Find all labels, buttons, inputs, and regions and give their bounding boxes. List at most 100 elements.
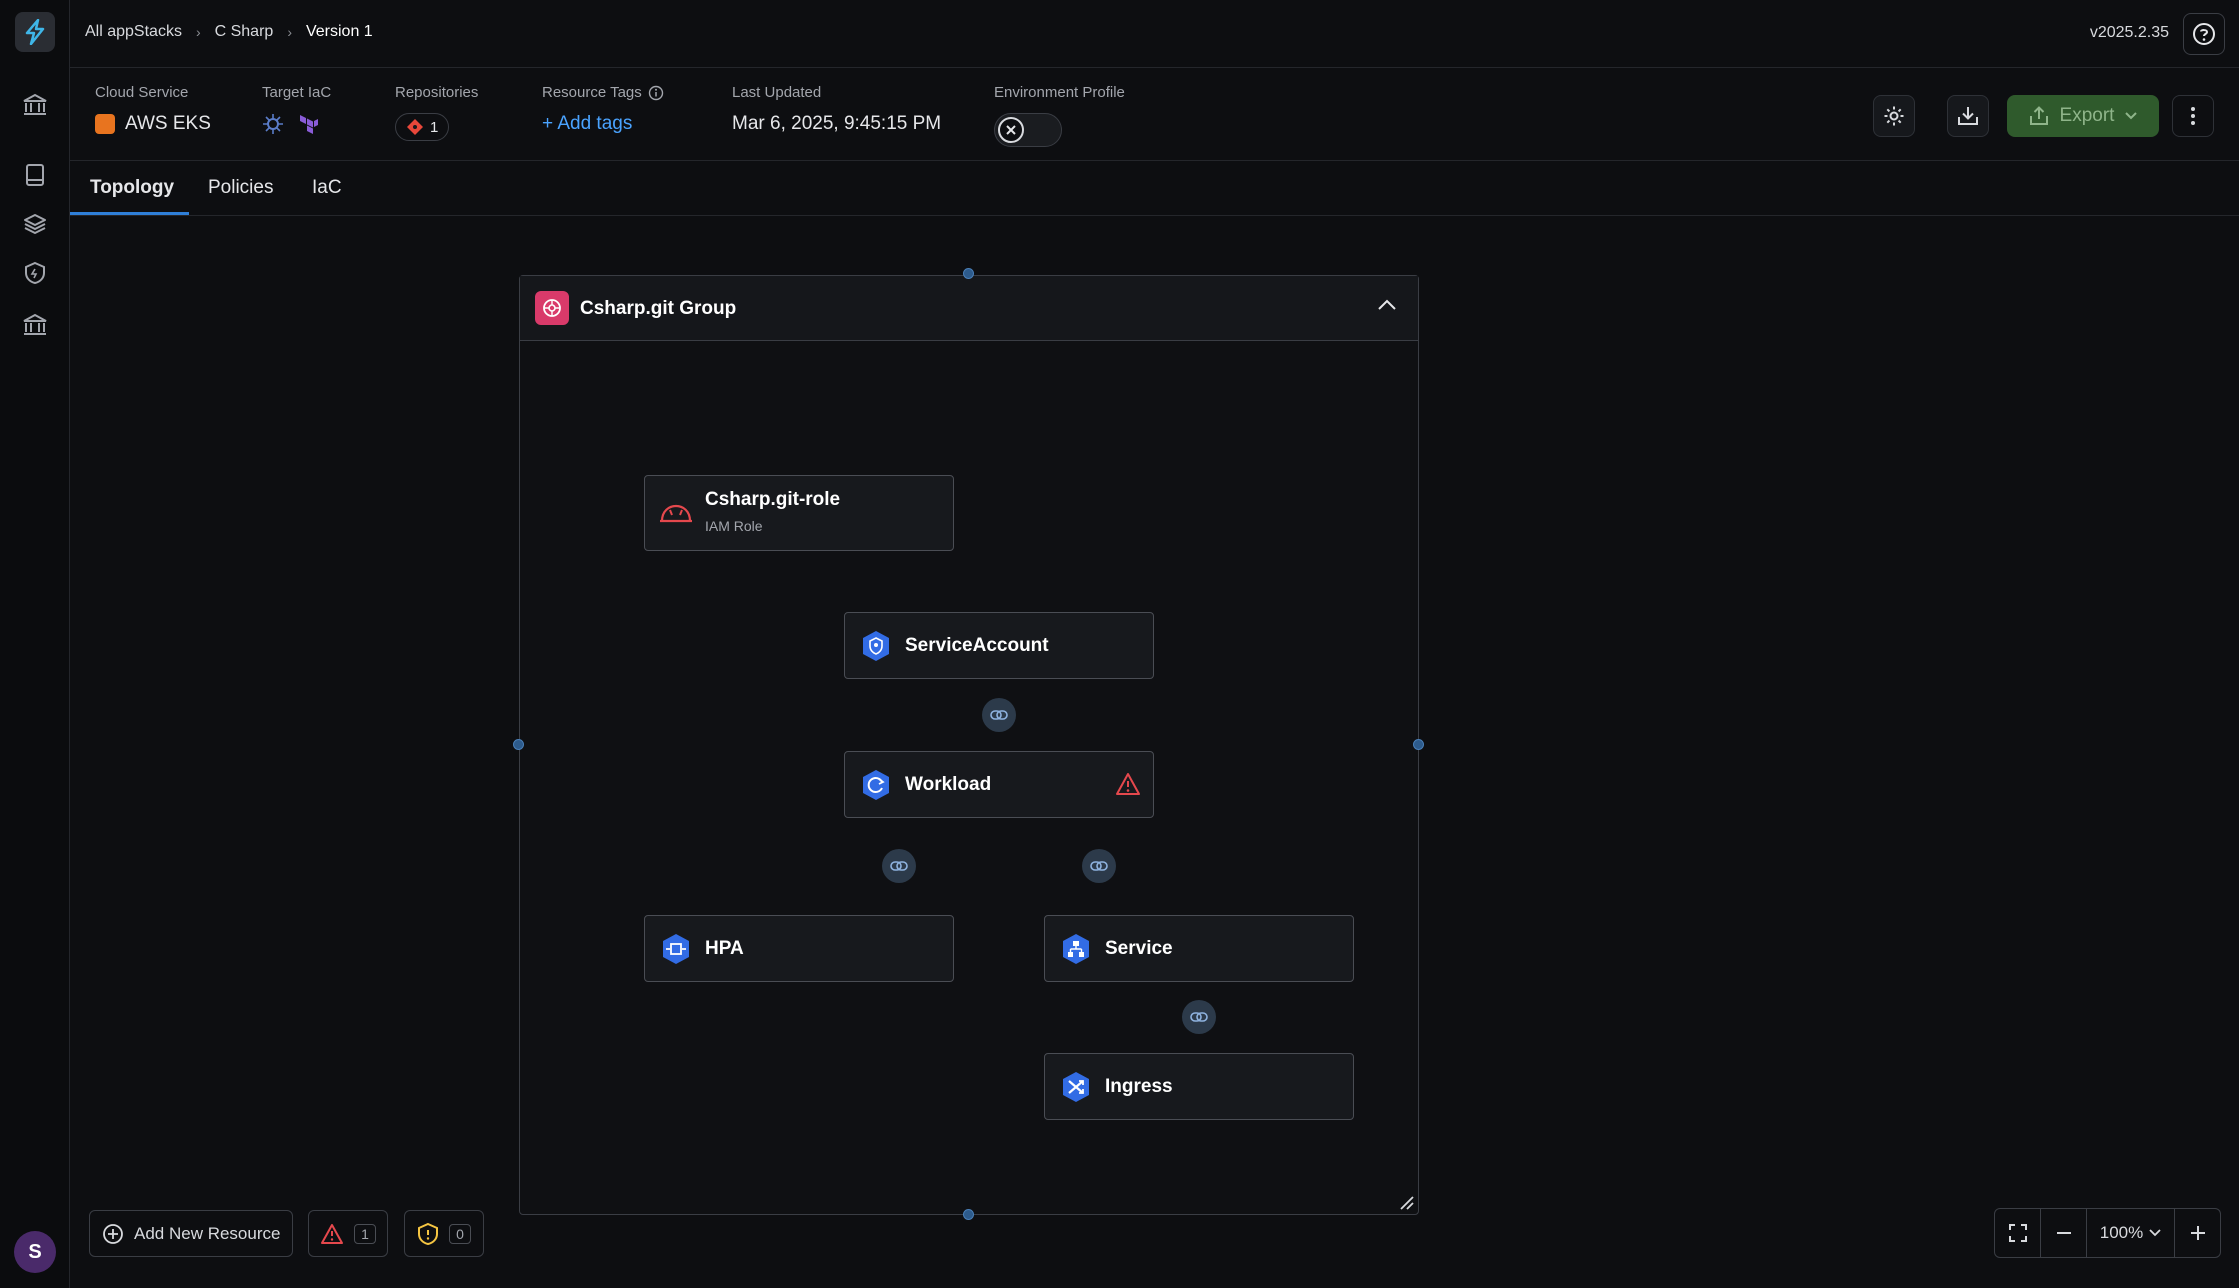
ingress-icon [1059, 1070, 1093, 1104]
download-button[interactable] [1947, 95, 1989, 137]
view-tabs: Topology Policies IaC [70, 161, 2239, 216]
node-ingress[interactable]: Ingress [1044, 1053, 1354, 1120]
plus-icon [2190, 1226, 2205, 1240]
bank-icon[interactable] [20, 90, 50, 120]
breadcrumb-all-appstacks[interactable]: All appStacks [85, 23, 182, 41]
layers-icon[interactable] [20, 209, 50, 239]
top-bar: All appStacks › C Sharp › Version 1 v202… [70, 0, 2239, 68]
serviceaccount-icon [859, 629, 893, 663]
breadcrumb: All appStacks › C Sharp › Version 1 [85, 23, 373, 41]
environment-profile-field: Environment Profile [994, 84, 1125, 147]
chevron-down-icon [2149, 1229, 2161, 1237]
chevron-up-icon[interactable] [1376, 298, 1398, 317]
plus-circle-icon [103, 1223, 123, 1244]
tab-iac[interactable]: IaC [312, 177, 342, 199]
last-updated-field: Last Updated Mar 6, 2025, 9:45:15 PM [732, 84, 942, 134]
node-serviceaccount[interactable]: ServiceAccount [844, 612, 1154, 679]
close-circle-icon [998, 117, 1024, 143]
fullscreen-icon [2008, 1224, 2027, 1242]
warning-icon [321, 1223, 344, 1244]
chevron-right-icon: › [287, 24, 292, 40]
chevron-right-icon: › [195, 24, 201, 40]
workload-icon [859, 768, 893, 802]
node-iam-role[interactable]: Csharp.git-role IAM Role [644, 475, 954, 551]
help-icon [2193, 23, 2215, 45]
active-tab-indicator [70, 212, 189, 215]
node-service[interactable]: Service [1044, 915, 1354, 982]
repositories-count: 1 [430, 118, 439, 136]
help-button[interactable] [2183, 13, 2225, 55]
node-name: HPA [705, 938, 744, 959]
repositories-chip[interactable]: 1 [395, 113, 450, 141]
policy-counter[interactable]: 0 [404, 1210, 484, 1257]
zoom-controls: 100% [1994, 1208, 2221, 1258]
node-workload[interactable]: Workload [844, 751, 1154, 818]
breadcrumb-c-sharp[interactable]: C Sharp [215, 23, 274, 41]
link-icon[interactable] [982, 698, 1016, 732]
aws-icon [95, 114, 115, 134]
node-type: IAM Role [705, 518, 763, 534]
link-icon[interactable] [1182, 1000, 1216, 1034]
resource-tags-field: Resource Tags + Add tags [542, 84, 664, 135]
gear-icon [1884, 106, 1904, 126]
add-tags-link[interactable]: + Add tags [542, 113, 664, 135]
helm-icon [263, 114, 283, 134]
upload-icon [2029, 106, 2048, 125]
more-options-button[interactable] [2172, 95, 2214, 137]
policy-count: 0 [449, 1223, 471, 1244]
book-icon[interactable] [20, 160, 50, 190]
add-new-resource-button[interactable]: Add New Resource [89, 1210, 293, 1257]
node-name: Workload [905, 774, 992, 795]
group-handle-left[interactable] [513, 739, 524, 750]
breadcrumb-version: Version 1 [305, 23, 373, 40]
left-sidebar: S [0, 0, 70, 1288]
app-version: v2025.2.35 [2089, 24, 2169, 41]
fit-view-button[interactable] [1995, 1209, 2041, 1257]
tab-topology[interactable]: Topology [90, 177, 174, 199]
node-name: Csharp.git-role [705, 489, 841, 510]
last-updated-value: Mar 6, 2025, 9:45:15 PM [732, 113, 942, 134]
node-hpa[interactable]: HPA [644, 915, 954, 982]
group-handle-top[interactable] [963, 268, 974, 279]
service-icon [1059, 932, 1093, 966]
hpa-icon [659, 932, 693, 966]
info-icon[interactable] [648, 85, 664, 101]
settings-button[interactable] [1873, 95, 1915, 137]
group-header: Csharp.git Group [520, 276, 1418, 341]
institution-icon[interactable] [20, 310, 50, 340]
user-avatar[interactable]: S [14, 1231, 56, 1273]
cloud-service-value: AWS EKS [125, 113, 211, 134]
policy-shield-icon [418, 1222, 439, 1245]
link-icon[interactable] [882, 849, 916, 883]
zoom-in-button[interactable] [2175, 1209, 2220, 1257]
chevron-down-icon [2125, 112, 2138, 120]
app-logo[interactable] [15, 12, 55, 52]
node-name: ServiceAccount [905, 635, 1049, 656]
environment-profile-toggle[interactable] [994, 113, 1062, 147]
repositories-field: Repositories 1 [395, 84, 478, 141]
zoom-out-button[interactable] [2041, 1209, 2087, 1257]
group-handle-bottom[interactable] [963, 1209, 974, 1220]
resize-handle-icon[interactable] [1397, 1193, 1415, 1211]
more-vertical-icon [2191, 107, 2195, 125]
terraform-icon [300, 115, 318, 134]
tab-policies[interactable]: Policies [208, 177, 273, 199]
node-name: Ingress [1105, 1076, 1173, 1097]
group-handle-right[interactable] [1413, 739, 1424, 750]
link-icon[interactable] [1082, 849, 1116, 883]
git-icon [407, 119, 423, 135]
shield-icon[interactable] [20, 258, 50, 288]
zoom-level-select[interactable]: 100% [2087, 1209, 2175, 1257]
group-title: Csharp.git Group [580, 298, 737, 319]
warning-icon[interactable] [1115, 772, 1141, 801]
export-button[interactable]: Export [2007, 95, 2159, 137]
target-iac-field: Target IaC [262, 84, 331, 135]
node-name: Service [1105, 938, 1173, 959]
iam-role-icon [659, 497, 693, 531]
minus-icon [2056, 1232, 2071, 1234]
git-group-icon [535, 291, 569, 325]
warnings-counter[interactable]: 1 [308, 1210, 388, 1257]
warnings-count: 1 [354, 1223, 376, 1244]
cloud-service-field: Cloud Service AWS EKS [95, 84, 211, 134]
download-icon [1958, 107, 1978, 125]
